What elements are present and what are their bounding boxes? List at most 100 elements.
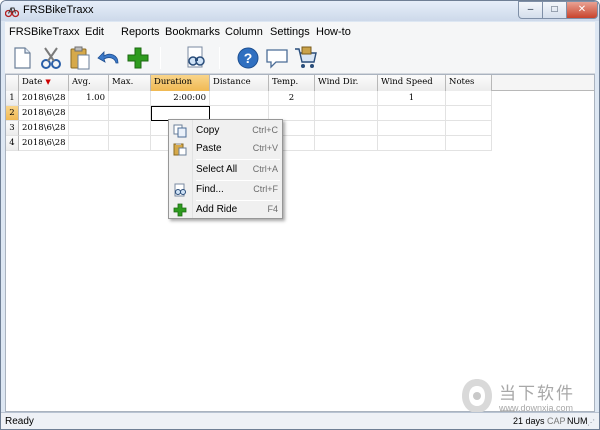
cell-wind-dir[interactable] xyxy=(315,106,378,121)
find-icon[interactable] xyxy=(182,45,208,71)
add-icon xyxy=(173,203,187,217)
context-menu-label: Copy xyxy=(196,125,220,136)
menu-column[interactable]: Column xyxy=(225,26,263,38)
shortcut-label: Ctrl+F xyxy=(253,184,278,194)
context-menu: Copy Ctrl+C Paste Ctrl+V Select All Ctrl… xyxy=(168,119,283,219)
cell-wind-speed[interactable] xyxy=(378,106,446,121)
title-bar[interactable]: FRSBikeTraxx – □ ✕ xyxy=(1,1,599,21)
row-number[interactable]: 1 xyxy=(6,91,19,106)
grid-header: Date ▼ Avg. Max. Duration Distance Temp. … xyxy=(6,75,594,91)
column-header-distance[interactable]: Distance xyxy=(210,75,269,91)
comment-icon[interactable] xyxy=(264,45,290,71)
cell-avg[interactable] xyxy=(69,106,109,121)
cell-date[interactable]: 2018\6\28 xyxy=(19,121,69,136)
context-menu-label: Select All xyxy=(196,164,238,175)
cell-max[interactable] xyxy=(109,106,151,121)
toolbar-separator xyxy=(160,47,161,69)
new-document-icon[interactable] xyxy=(9,45,35,71)
cell-notes[interactable] xyxy=(446,106,492,121)
cell-wind-speed[interactable] xyxy=(378,136,446,151)
cell-wind-dir[interactable] xyxy=(315,121,378,136)
cell-wind-speed[interactable] xyxy=(378,121,446,136)
status-days: 21 days xyxy=(513,416,545,426)
add-icon[interactable] xyxy=(125,45,151,71)
svg-text:?: ? xyxy=(244,50,253,66)
shortcut-label: Ctrl+A xyxy=(252,164,278,174)
column-header-duration[interactable]: Duration xyxy=(151,75,210,91)
cell-date[interactable]: 2018\6\28 xyxy=(19,106,69,121)
cell-avg[interactable]: 1.00 xyxy=(69,91,109,106)
menu-how-to[interactable]: How-to xyxy=(316,26,351,38)
context-menu-label: Add Ride xyxy=(196,204,238,215)
cell-distance[interactable] xyxy=(210,91,269,106)
cell-date[interactable]: 2018\6\28 xyxy=(19,91,69,106)
row-number[interactable]: 3 xyxy=(6,121,19,136)
watermark: 当下软件园 www.downxia.com xyxy=(459,377,587,428)
bike-app-icon xyxy=(5,7,19,18)
cell-wind-speed[interactable]: 1 xyxy=(378,91,446,106)
cell-max[interactable] xyxy=(109,91,151,106)
table-row[interactable]: 1 2018\6\28 1.00 2:00:00 2 1 xyxy=(6,91,492,106)
toolbar-separator xyxy=(219,47,220,69)
column-header-notes[interactable]: Notes xyxy=(446,75,492,91)
minimize-button[interactable]: – xyxy=(518,1,543,19)
maximize-button[interactable]: □ xyxy=(542,1,567,19)
paste-icon[interactable] xyxy=(67,45,93,71)
help-icon[interactable]: ? xyxy=(235,45,261,71)
cell-notes[interactable] xyxy=(446,136,492,151)
sort-desc-icon: ▼ xyxy=(45,78,51,86)
menu-settings[interactable]: Settings xyxy=(270,26,310,38)
corner-cell[interactable] xyxy=(6,75,19,91)
shortcut-label: Ctrl+C xyxy=(252,125,278,135)
cell-avg[interactable] xyxy=(69,121,109,136)
toolbar: ? xyxy=(5,42,595,74)
cut-icon[interactable] xyxy=(38,45,64,71)
menu-bar: FRSBikeTraxx Edit Reports Bookmarks Colu… xyxy=(5,22,595,42)
menu-frsbiketraxx[interactable]: FRSBikeTraxx xyxy=(9,26,80,38)
cell-duration[interactable]: 2:00:00 xyxy=(151,91,210,106)
cell-date[interactable]: 2018\6\28 xyxy=(19,136,69,151)
cell-avg[interactable] xyxy=(69,136,109,151)
menu-separator xyxy=(196,159,280,160)
column-header-avg[interactable]: Avg. xyxy=(69,75,109,91)
cell-max[interactable] xyxy=(109,136,151,151)
shop-cart-icon[interactable] xyxy=(293,45,319,71)
cell-wind-dir[interactable] xyxy=(315,136,378,151)
row-number[interactable]: 2 xyxy=(6,106,19,121)
find-icon xyxy=(174,183,186,197)
shortcut-label: F4 xyxy=(267,204,278,214)
menu-edit[interactable]: Edit xyxy=(85,26,104,38)
status-text: Ready xyxy=(5,416,34,427)
close-button[interactable]: ✕ xyxy=(566,1,598,19)
context-menu-copy[interactable]: Copy Ctrl+C xyxy=(169,122,282,140)
row-number[interactable]: 4 xyxy=(6,136,19,151)
column-header-date[interactable]: Date ▼ xyxy=(19,75,69,91)
context-menu-add-ride[interactable]: Add Ride F4 xyxy=(169,201,282,219)
column-header-max[interactable]: Max. xyxy=(109,75,151,91)
cell-max[interactable] xyxy=(109,121,151,136)
rides-grid[interactable]: Date ▼ Avg. Max. Duration Distance Temp. … xyxy=(5,74,595,412)
menu-bookmarks[interactable]: Bookmarks xyxy=(165,26,220,38)
status-num: NUM xyxy=(567,416,588,426)
watermark-logo-icon xyxy=(462,379,492,413)
cell-notes[interactable] xyxy=(446,121,492,136)
paste-icon xyxy=(173,143,187,156)
app-window: FRSBikeTraxx – □ ✕ FRSBikeTraxx Edit Rep… xyxy=(0,0,600,430)
context-menu-paste[interactable]: Paste Ctrl+V xyxy=(169,140,282,158)
cell-notes[interactable] xyxy=(446,91,492,106)
cell-temp[interactable]: 2 xyxy=(269,91,315,106)
cell-wind-dir[interactable] xyxy=(315,91,378,106)
context-menu-find[interactable]: Find... Ctrl+F xyxy=(169,181,282,199)
column-header-label: Date xyxy=(22,77,43,87)
menu-reports[interactable]: Reports xyxy=(121,26,160,38)
context-menu-select-all[interactable]: Select All Ctrl+A xyxy=(169,161,282,179)
context-menu-label: Paste xyxy=(196,143,222,154)
window-title: FRSBikeTraxx xyxy=(23,4,94,16)
column-header-temp[interactable]: Temp. xyxy=(269,75,315,91)
column-header-wind-dir[interactable]: Wind Dir. xyxy=(315,75,378,91)
column-header-wind-speed[interactable]: Wind Speed xyxy=(378,75,446,91)
undo-icon[interactable] xyxy=(96,45,122,71)
copy-icon xyxy=(173,124,187,138)
context-menu-label: Find... xyxy=(196,184,224,195)
resize-grip-icon[interactable]: ⋰ xyxy=(587,418,597,428)
